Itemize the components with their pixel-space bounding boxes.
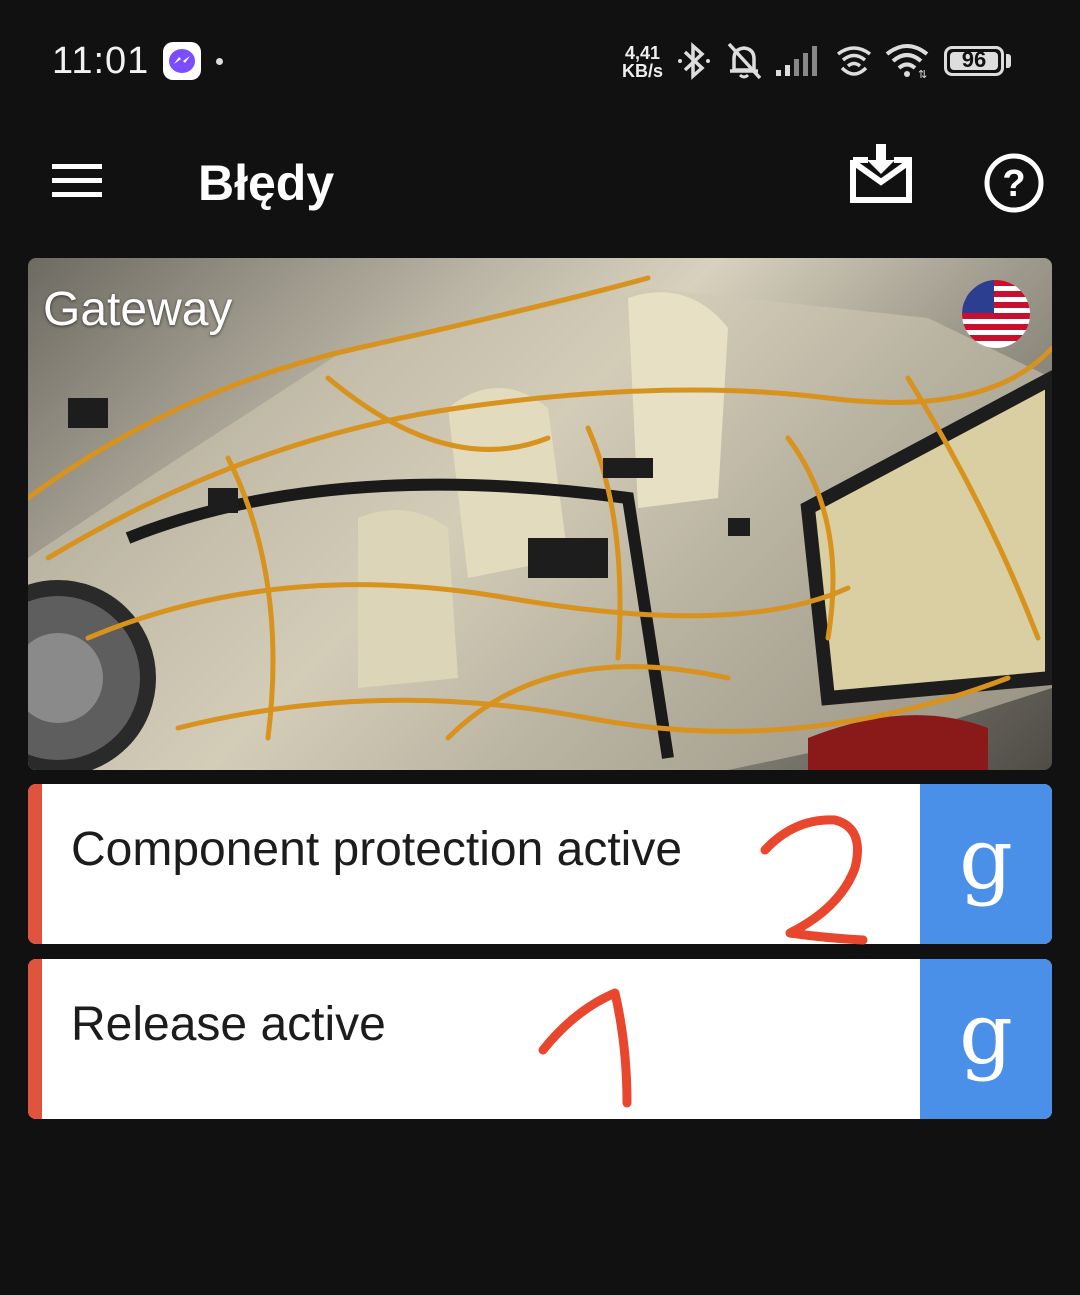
status-bar: 11:01 4,41 KB/s ⇅ 96 bbox=[0, 0, 1080, 120]
google-search-button[interactable]: g bbox=[920, 959, 1052, 1119]
app-bar: Błędy ? bbox=[0, 120, 1080, 250]
battery-tip bbox=[1006, 54, 1011, 68]
bluetooth-icon bbox=[678, 42, 710, 80]
fault-severity-bar bbox=[28, 959, 42, 1119]
hotspot-icon bbox=[836, 46, 872, 76]
network-speed: 4,41 KB/s bbox=[622, 44, 663, 80]
help-icon[interactable]: ? bbox=[983, 152, 1045, 214]
network-speed-value: 4,41 bbox=[624, 43, 661, 63]
wifi-icon: ⇅ bbox=[885, 44, 929, 80]
fault-text: Release active bbox=[71, 998, 386, 1051]
us-flag-icon[interactable] bbox=[962, 280, 1030, 348]
messenger-icon bbox=[163, 42, 201, 80]
download-inbox-icon[interactable] bbox=[848, 142, 914, 204]
fault-row[interactable]: Release active g bbox=[28, 959, 1052, 1119]
battery-icon: 96 bbox=[944, 46, 1004, 76]
page-title: Błędy bbox=[198, 155, 335, 211]
svg-text:?: ? bbox=[1002, 163, 1025, 205]
google-icon: g bbox=[959, 985, 1013, 1083]
fault-text: Component protection active bbox=[71, 823, 683, 876]
fault-row[interactable]: Component protection active g bbox=[28, 784, 1052, 944]
google-search-button[interactable]: g bbox=[920, 784, 1052, 944]
status-time: 11:01 bbox=[52, 40, 150, 82]
network-speed-unit: KB/s bbox=[622, 61, 664, 81]
module-name: Gateway bbox=[43, 283, 233, 336]
notification-dot bbox=[216, 58, 223, 65]
bell-off-icon bbox=[727, 42, 762, 80]
signal-icon bbox=[776, 46, 817, 76]
svg-text:⇅: ⇅ bbox=[918, 69, 927, 80]
menu-icon[interactable] bbox=[50, 160, 106, 202]
module-image-card[interactable]: Gateway bbox=[28, 258, 1052, 770]
battery-level: 96 bbox=[961, 47, 987, 72]
google-icon: g bbox=[959, 810, 1013, 908]
fault-severity-bar bbox=[28, 784, 42, 944]
